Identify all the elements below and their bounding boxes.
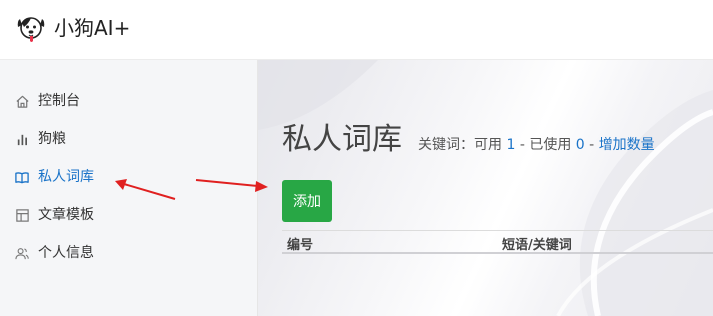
- quota-dash: -: [589, 137, 595, 153]
- sidebar-item-label: 文章模板: [38, 207, 94, 223]
- sidebar-item-dashboard[interactable]: 控制台: [0, 86, 258, 116]
- sidebar-item-label: 狗粮: [38, 131, 66, 147]
- sidebar-item-dog-food[interactable]: 狗粮: [0, 124, 258, 154]
- home-icon: [14, 93, 30, 109]
- column-header-id: 编号: [287, 238, 314, 253]
- sidebar-item-profile[interactable]: 个人信息: [0, 238, 258, 268]
- quota-middle: - 已使用: [519, 137, 572, 153]
- quota-available: 1: [506, 137, 516, 153]
- sidebar-item-label: 控制台: [38, 93, 80, 109]
- dog-logo-icon[interactable]: [16, 13, 46, 45]
- quota-prefix: 关键词：可用: [418, 137, 502, 153]
- bar-chart-icon: [14, 131, 30, 147]
- add-button[interactable]: 添加: [282, 180, 332, 222]
- main-content: 私人词库 关键词：可用 1 - 已使用 0 - 增加数量 添加 编号 短语/关键…: [258, 60, 713, 316]
- column-header-phrase: 短语/关键词: [502, 238, 572, 253]
- sidebar-item-label: 个人信息: [38, 245, 94, 261]
- top-header: 小狗AI+: [0, 0, 713, 60]
- book-icon: [14, 169, 30, 185]
- sidebar-item-private-lexicon[interactable]: 私人词库: [0, 162, 258, 192]
- quota-used: 0: [575, 137, 585, 153]
- app-title: 小狗AI+: [54, 16, 131, 40]
- increase-quota-link[interactable]: 增加数量: [599, 137, 655, 153]
- sidebar: 控制台 狗粮 私人词库 文章模板 个人信息: [0, 60, 258, 316]
- table-header: 编号 短语/关键词: [282, 230, 713, 254]
- sidebar-item-article-templates[interactable]: 文章模板: [0, 200, 258, 230]
- template-icon: [14, 207, 30, 223]
- app-window: 小狗AI+ 控制台 狗粮 私人词库 文章模板 个人信息 私人词库 关键词：可用 …: [0, 0, 713, 316]
- page-title: 私人词库: [282, 122, 402, 157]
- keyword-quota: 关键词：可用 1 - 已使用 0 - 增加数量: [418, 136, 655, 154]
- sidebar-item-label: 私人词库: [38, 169, 94, 185]
- user-icon: [14, 245, 30, 261]
